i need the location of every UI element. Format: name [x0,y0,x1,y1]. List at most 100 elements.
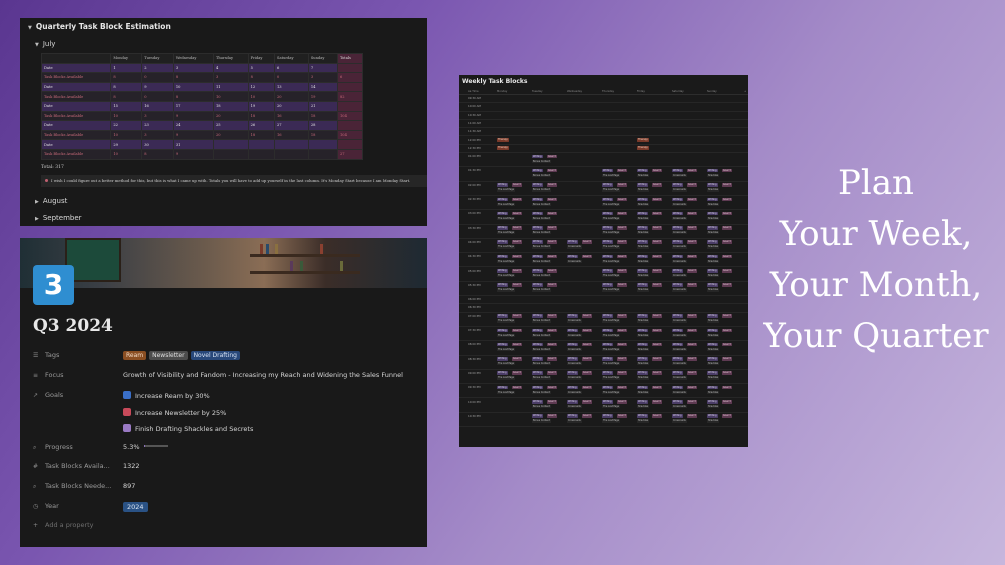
caret-down-icon[interactable]: ▼ [35,42,39,48]
task-chip[interactable]: The Lost Page [497,216,516,221]
writing-chip[interactable]: Writing [707,371,718,375]
table-cell[interactable]: 3 [172,62,214,74]
table-cell[interactable]: 26 [247,120,276,131]
caret-right-icon[interactable]: ▶ [35,216,39,222]
writing-chip[interactable]: Writing [672,385,683,390]
task-chip[interactable]: Shackles [707,288,720,292]
writing-chip[interactable]: Writing [532,283,543,287]
time-cell[interactable]: 03:30 PM [468,226,481,230]
writing-chip[interactable]: Writing [672,283,683,287]
writing-chip[interactable]: Writing [497,183,508,187]
page-icon[interactable]: 3 [33,265,74,305]
table-cell[interactable]: 8 [172,91,214,102]
writing-chip[interactable]: Writing [532,357,543,361]
table-cell[interactable]: 8 [110,81,143,93]
table-cell[interactable]: 31 [172,139,214,150]
toggle-august[interactable]: ▶ August [35,197,67,205]
time-cell[interactable]: 10:30 AM [468,113,481,117]
goal-chip[interactable]: Goal 3 [512,371,522,375]
time-cell[interactable]: 08:00 PM [468,342,481,346]
task-chip[interactable]: The Lost Page [602,274,621,278]
goal-chip[interactable]: Goal 3 [652,240,662,244]
goal-chip[interactable]: Goal 3 [582,400,592,404]
goal-chip[interactable]: Goal 3 [652,211,662,216]
goal-chip[interactable]: Goal 3 [687,226,697,230]
caret-down-icon[interactable]: ▼ [28,25,32,31]
writing-chip[interactable]: Writing [602,400,613,404]
writing-chip[interactable]: Writing [707,342,718,347]
writing-chip[interactable]: Writing [672,314,683,318]
goal-chip[interactable]: Goal 3 [512,269,522,273]
goal-chip[interactable]: Goal 3 [547,357,557,361]
goal-chip[interactable]: Goal 3 [687,183,697,187]
goal-chip[interactable]: Goal 3 [547,283,557,287]
task-chip[interactable]: Crossroads [672,259,687,264]
writing-chip[interactable]: Writing [532,400,543,404]
writing-chip[interactable]: Writing [707,240,718,244]
column-header[interactable]: Sunday [707,90,717,93]
writing-chip[interactable]: Writing [532,240,543,244]
writing-chip[interactable]: Writing [602,197,613,202]
goal-chip[interactable]: Goal 3 [547,414,557,418]
time-cell[interactable]: 06:30 PM [468,305,481,309]
writing-chip[interactable]: Writing [602,314,613,318]
writing-chip[interactable]: Writing [602,357,613,361]
task-chip[interactable]: Shackles [707,216,720,221]
table-cell[interactable]: 20 [212,129,249,141]
writing-chip[interactable]: Writing [707,314,718,318]
task-chip[interactable]: The Lost Page [497,288,516,292]
task-chip[interactable]: Shackles [637,376,650,380]
time-cell[interactable]: 09:30 PM [468,385,481,389]
goal-chip[interactable]: Goal 3 [722,211,732,216]
writing-chip[interactable]: Writing [532,154,543,159]
task-chip[interactable]: Crossroads [567,419,582,423]
time-cell[interactable]: 07:30 PM [468,328,481,332]
toggle-july[interactable]: ▼ July [35,40,55,48]
goal-chip[interactable]: Goal 3 [547,385,557,390]
writing-chip[interactable]: Writing [532,211,543,216]
goal-chip[interactable]: Goal 3 [547,211,557,216]
task-chip[interactable]: Bonus Content [532,405,551,409]
add-property-button[interactable]: + Add a property [33,521,423,535]
task-chip[interactable]: Bonus Content [532,259,551,264]
task-chip[interactable]: The Lost Page [602,405,621,409]
task-chip[interactable]: The Lost Page [602,216,621,221]
writing-chip[interactable]: Writing [672,226,683,230]
goal-chip[interactable]: Goal 3 [582,385,592,390]
table-cell[interactable]: 14 [307,81,339,93]
time-cell[interactable]: 09:30 AM [468,96,481,100]
goal-chip[interactable]: Goal 3 [652,314,662,318]
goal-chip[interactable]: Goal 3 [652,400,662,404]
task-chip[interactable]: Bonus Content [532,173,551,178]
goal-chip[interactable]: Goal 3 [582,342,592,347]
table-cell[interactable]: 7 [307,62,339,74]
task-chip[interactable]: Shackles [637,347,650,352]
table-cell[interactable]: 8 [247,72,276,83]
therapy-chip[interactable]: Therapy [497,146,509,150]
writing-chip[interactable]: Writing [497,197,508,202]
task-chip[interactable]: The Lost Page [497,274,516,278]
goal-chip[interactable]: Goal 3 [512,283,522,287]
table-cell[interactable]: 19 [247,100,276,112]
task-chip[interactable]: Crossroads [567,405,582,409]
task-chip[interactable]: Shackles [707,259,720,264]
column-header[interactable]: Wednesday [567,90,582,93]
table-cell[interactable]: 3 [212,72,249,83]
therapy-chip[interactable]: Therapy [497,138,509,142]
table-cell[interactable]: 4 [212,62,249,74]
task-chip[interactable]: Shackles [707,347,720,352]
task-chip[interactable]: Crossroads [672,202,687,206]
goal-chip[interactable]: Goal 3 [652,183,662,187]
task-chip[interactable]: The Lost Page [602,419,621,423]
task-chip[interactable]: Bonus Content [532,376,551,380]
task-chip[interactable]: The Lost Page [602,173,621,178]
task-chip[interactable]: Crossroads [672,216,687,221]
writing-chip[interactable]: Writing [602,226,613,230]
table-cell[interactable]: 16 [141,100,174,112]
goal-chip[interactable]: Goal 3 [512,328,522,333]
task-chip[interactable]: The Lost Page [497,259,516,264]
goal-chip[interactable]: Goal 3 [547,183,557,187]
goal-chip[interactable]: Goal 3 [617,269,627,273]
goal-chip[interactable]: Goal 3 [687,314,697,318]
table-cell[interactable] [307,139,339,150]
